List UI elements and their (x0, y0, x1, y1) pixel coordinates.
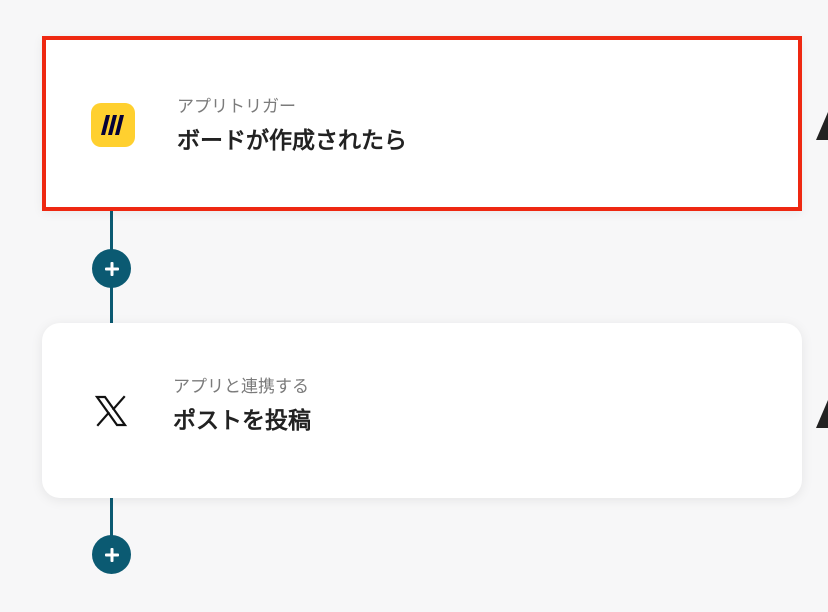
step-text: アプリトリガー ボードが作成されたら (177, 96, 407, 156)
action-step-card[interactable]: アプリと連携する ポストを投稿 (42, 323, 802, 498)
step-title: ボードが作成されたら (177, 128, 407, 154)
miro-logo-icon (91, 103, 135, 147)
step-subtitle: アプリと連携する (173, 377, 309, 397)
edge-mark-icon (816, 396, 828, 432)
edge-mark-icon (816, 108, 828, 144)
plus-icon (104, 547, 119, 562)
step-title: ポストを投稿 (173, 408, 311, 434)
plus-icon (104, 261, 119, 276)
x-logo-icon (89, 389, 133, 433)
trigger-step-card[interactable]: アプリトリガー ボードが作成されたら (42, 36, 802, 211)
connector-line (110, 498, 113, 538)
add-step-button[interactable] (92, 249, 131, 288)
step-text: アプリと連携する ポストを投稿 (173, 376, 311, 436)
step-subtitle: アプリトリガー (177, 97, 296, 117)
add-step-button[interactable] (92, 535, 131, 574)
